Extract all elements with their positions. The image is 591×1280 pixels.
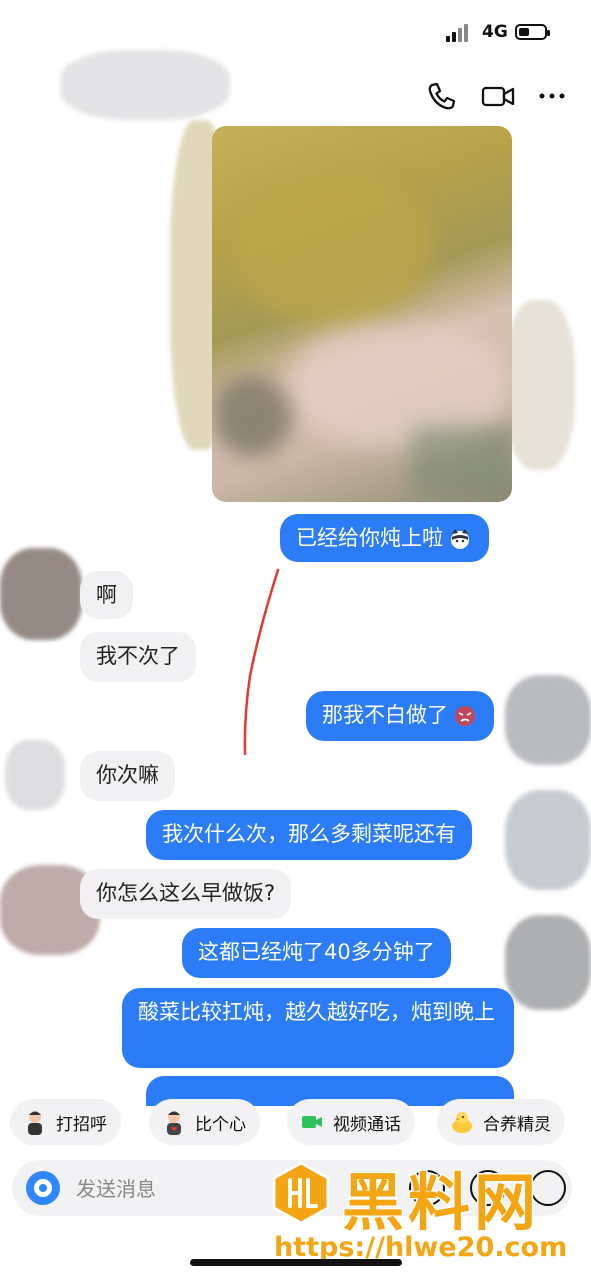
video-icon	[302, 1116, 322, 1128]
watermark-title: 黑料网	[340, 1165, 541, 1241]
message-bubble-mine[interactable]: 已经给你炖上啦	[280, 514, 489, 562]
battery-icon	[515, 24, 550, 40]
message-bubble-mine[interactable]: 酸菜比较扛炖，越久越好吃，炖到晚上	[122, 988, 514, 1068]
video-call-icon[interactable]	[480, 80, 516, 112]
quick-actions-bar: 打招呼 比个心 视频通话 合养精灵	[10, 1099, 591, 1145]
network-label: 4G	[482, 22, 508, 42]
message-bubble-theirs[interactable]: 我不次了	[80, 632, 196, 682]
message-bubble-mine[interactable]: 我次什么次，那么多剩菜呢还有	[146, 810, 472, 860]
watermark: 黑料网 https://hlwe20.com	[268, 1158, 586, 1270]
red-annotation-line	[243, 568, 280, 756]
redacted-avatar	[5, 740, 65, 810]
redacted-scribble	[505, 300, 575, 470]
cat-emoji-icon	[451, 529, 469, 549]
redacted-avatar	[0, 548, 82, 640]
avatar-sticker-icon	[28, 1111, 42, 1135]
message-bubble-theirs[interactable]: 你怎么这么早做饭?	[80, 869, 292, 919]
home-indicator[interactable]	[190, 1259, 402, 1266]
angry-emoji-icon	[455, 706, 475, 726]
redacted-avatar	[505, 915, 591, 1010]
photo-message[interactable]	[212, 126, 512, 502]
watermark-logo-icon	[272, 1161, 330, 1225]
message-bubble-mine[interactable]: 这都已经炖了40多分钟了	[182, 928, 451, 978]
quick-action-greet[interactable]: 打招呼	[10, 1099, 121, 1145]
quick-action-heart[interactable]: 比个心	[149, 1099, 260, 1145]
message-bubble-theirs[interactable]: 啊	[80, 571, 133, 619]
heart-sticker-icon	[167, 1111, 181, 1135]
duck-icon	[452, 1112, 472, 1133]
redacted-scribble	[60, 50, 230, 120]
redacted-avatar	[505, 790, 591, 890]
quick-action-video-call[interactable]: 视频通话	[287, 1099, 415, 1145]
quick-action-pet[interactable]: 合养精灵	[437, 1099, 565, 1145]
camera-icon[interactable]	[26, 1171, 60, 1205]
message-bubble-theirs[interactable]: 你次嘛	[80, 751, 175, 801]
message-bubble-mine[interactable]: 那我不白做了	[306, 691, 494, 741]
signal-icon	[446, 24, 474, 42]
status-bar: 4G	[0, 0, 591, 60]
redacted-avatar	[505, 675, 591, 765]
more-icon[interactable]	[535, 80, 571, 112]
phone-icon[interactable]	[424, 80, 460, 112]
